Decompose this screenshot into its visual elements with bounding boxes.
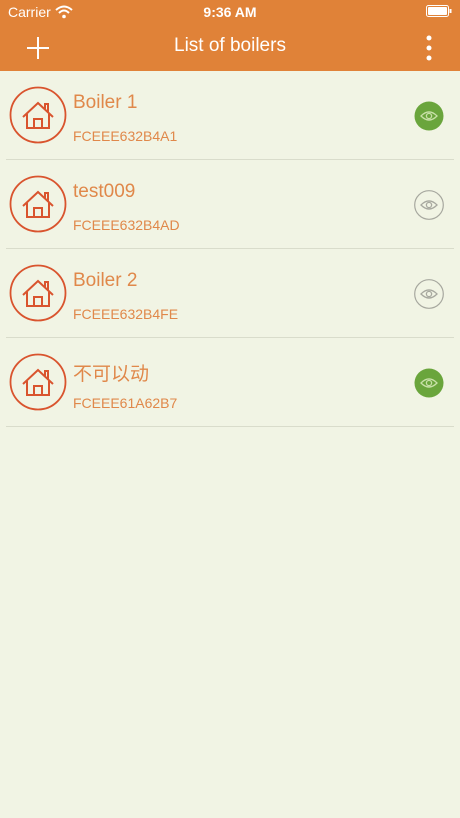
boiler-name: test009 — [73, 181, 136, 202]
house-icon — [9, 86, 67, 144]
house-icon — [9, 264, 67, 322]
navigation-bar: List of boilers — [0, 24, 460, 71]
status-bar: Carrier 9:36 AM — [0, 0, 460, 24]
boiler-code: FCEEE632B4AD — [73, 217, 180, 233]
house-icon — [9, 175, 67, 233]
page-title: List of boilers — [174, 35, 286, 56]
battery-icon — [426, 5, 452, 17]
boiler-code: FCEEE632B4A1 — [73, 128, 178, 144]
header-bar: Carrier 9:36 AM List of boilers — [0, 0, 460, 71]
more-vertical-icon[interactable] — [424, 34, 434, 62]
eye-icon[interactable] — [414, 101, 444, 131]
boiler-row[interactable]: Boiler 1 FCEEE632B4A1 — [6, 71, 454, 160]
boiler-row[interactable]: test009 FCEEE632B4AD — [6, 160, 454, 249]
boiler-list: Boiler 1 FCEEE632B4A1 test009 FCEEE632B4… — [0, 71, 460, 427]
house-icon — [9, 353, 67, 411]
boiler-name: 不可以动 — [73, 364, 150, 385]
boiler-name: Boiler 2 — [73, 270, 138, 291]
boiler-row[interactable]: 不可以动 FCEEE61A62B7 — [6, 338, 454, 427]
eye-icon[interactable] — [414, 190, 444, 220]
boiler-name: Boiler 1 — [73, 92, 138, 113]
boiler-code: FCEEE61A62B7 — [73, 395, 178, 411]
eye-icon[interactable] — [414, 368, 444, 398]
status-time: 9:36 AM — [203, 4, 257, 20]
eye-icon[interactable] — [414, 279, 444, 309]
boiler-row[interactable]: Boiler 2 FCEEE632B4FE — [6, 249, 454, 338]
boiler-code: FCEEE632B4FE — [73, 306, 179, 322]
